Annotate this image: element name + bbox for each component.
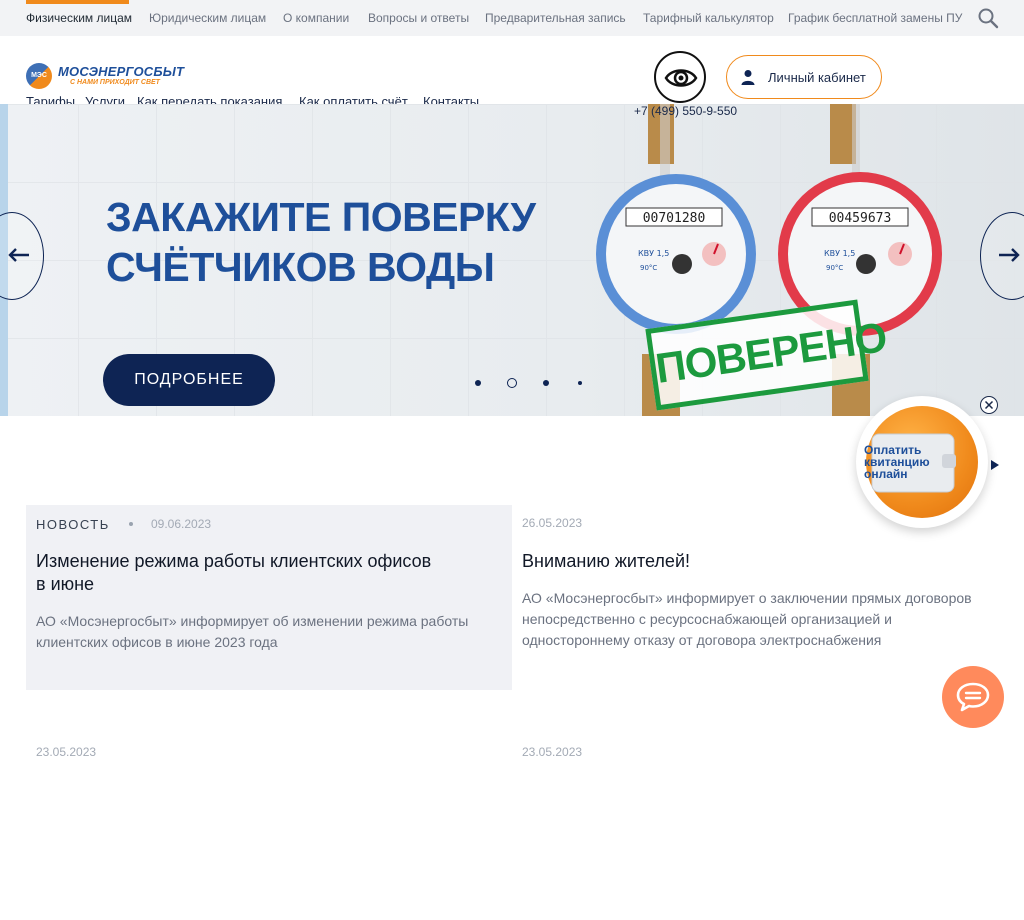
slider-dot-2-active[interactable]: [507, 378, 517, 388]
user-icon: [741, 70, 755, 85]
chevron-right-icon: [991, 460, 999, 470]
chat-bubble-icon: [956, 682, 990, 712]
svg-text:КВУ 1,5: КВУ 1,5: [638, 249, 669, 258]
right-meter-reading: 00459673: [829, 211, 892, 226]
svg-text:90°C: 90°C: [826, 264, 843, 272]
pay-widget-close-button[interactable]: [980, 396, 998, 414]
slider-dot-4[interactable]: [578, 381, 582, 385]
news-description: АО «Мосэнергосбыт» информирует об измене…: [36, 613, 469, 650]
eye-icon: [664, 69, 698, 87]
personal-account-button[interactable]: Личный кабинет: [726, 55, 882, 99]
hero-title: ЗАКАЖИТЕ ПОВЕРКУ СЧЁТЧИКОВ ВОДЫ: [106, 192, 536, 292]
svg-text:90°C: 90°C: [640, 264, 657, 272]
search-icon[interactable]: [977, 7, 999, 29]
news-date: 09.06.2023: [151, 517, 212, 531]
topnav-item-about[interactable]: О компании: [283, 0, 349, 36]
slider-dot-1[interactable]: [475, 380, 481, 386]
news-separator-dot: [129, 522, 133, 526]
news-card[interactable]: 23.05.2023: [512, 735, 998, 920]
news-type-label: НОВОСТЬ: [36, 517, 110, 532]
pay-widget-label: Оплатить квитанцию онлайн: [864, 443, 930, 481]
arrow-right-icon: [999, 248, 1020, 262]
topnav-item-meter-replacement[interactable]: График бесплатной замены ПУ: [788, 0, 962, 36]
accessibility-button[interactable]: [654, 51, 706, 103]
news-date: 26.05.2023: [522, 516, 583, 530]
news-card[interactable]: 23.05.2023: [26, 735, 512, 920]
topnav-item-legal-entities[interactable]: Юридическим лицам: [149, 0, 266, 36]
arrow-left-icon: [8, 248, 29, 262]
slider-dot-3[interactable]: [543, 380, 549, 386]
hero-title-line-1: ЗАКАЖИТЕ ПОВЕРКУ: [106, 194, 536, 240]
close-icon: [984, 400, 994, 410]
news-date: 23.05.2023: [36, 745, 97, 759]
chat-button[interactable]: [942, 666, 1004, 728]
topnav-item-individuals[interactable]: Физическим лицам: [26, 0, 132, 36]
news-title[interactable]: Изменение режима работы клиентских офисо…: [36, 550, 436, 596]
topnav-item-faq[interactable]: Вопросы и ответы: [368, 0, 469, 36]
news-card[interactable]: 26.05.2023 Вниманию жителей! АО «Мосэнер…: [512, 505, 998, 690]
logo-badge: МЭС: [26, 63, 52, 89]
left-meter-reading: 00701280: [643, 211, 706, 226]
personal-account-label: Личный кабинет: [768, 70, 866, 85]
top-navigation: Физическим лицам Юридическим лицам О ком…: [0, 0, 1024, 36]
svg-text:КВУ 1,5: КВУ 1,5: [824, 249, 855, 258]
topnav-item-appointment[interactable]: Предварительная запись: [485, 0, 626, 36]
company-logo[interactable]: МЭС МОСЭНЕРГОСБЫТ С НАМИ ПРИХОДИТ СВЕТ: [26, 63, 184, 91]
logo-slogan: С НАМИ ПРИХОДИТ СВЕТ: [70, 79, 160, 86]
hero-more-button[interactable]: ПОДРОБНЕЕ: [103, 354, 275, 406]
hero-slider: 00701280 КВУ 1,5 90°C 00459673 КВУ 1,5 9…: [0, 104, 1024, 416]
news-title[interactable]: Вниманию жителей!: [522, 550, 982, 573]
news-card[interactable]: НОВОСТЬ 09.06.2023 Изменение режима рабо…: [26, 505, 512, 690]
news-date: 23.05.2023: [522, 745, 583, 759]
logo-name: МОСЭНЕРГОСБЫТ: [58, 64, 185, 79]
news-description: АО «Мосэнергосбыт» информирует о заключе…: [522, 590, 972, 648]
phone-number[interactable]: +7 (499) 550-9-550: [634, 104, 737, 118]
hero-title-line-2: СЧЁТЧИКОВ ВОДЫ: [106, 244, 495, 290]
topnav-item-tariff-calculator[interactable]: Тарифный калькулятор: [643, 0, 774, 36]
